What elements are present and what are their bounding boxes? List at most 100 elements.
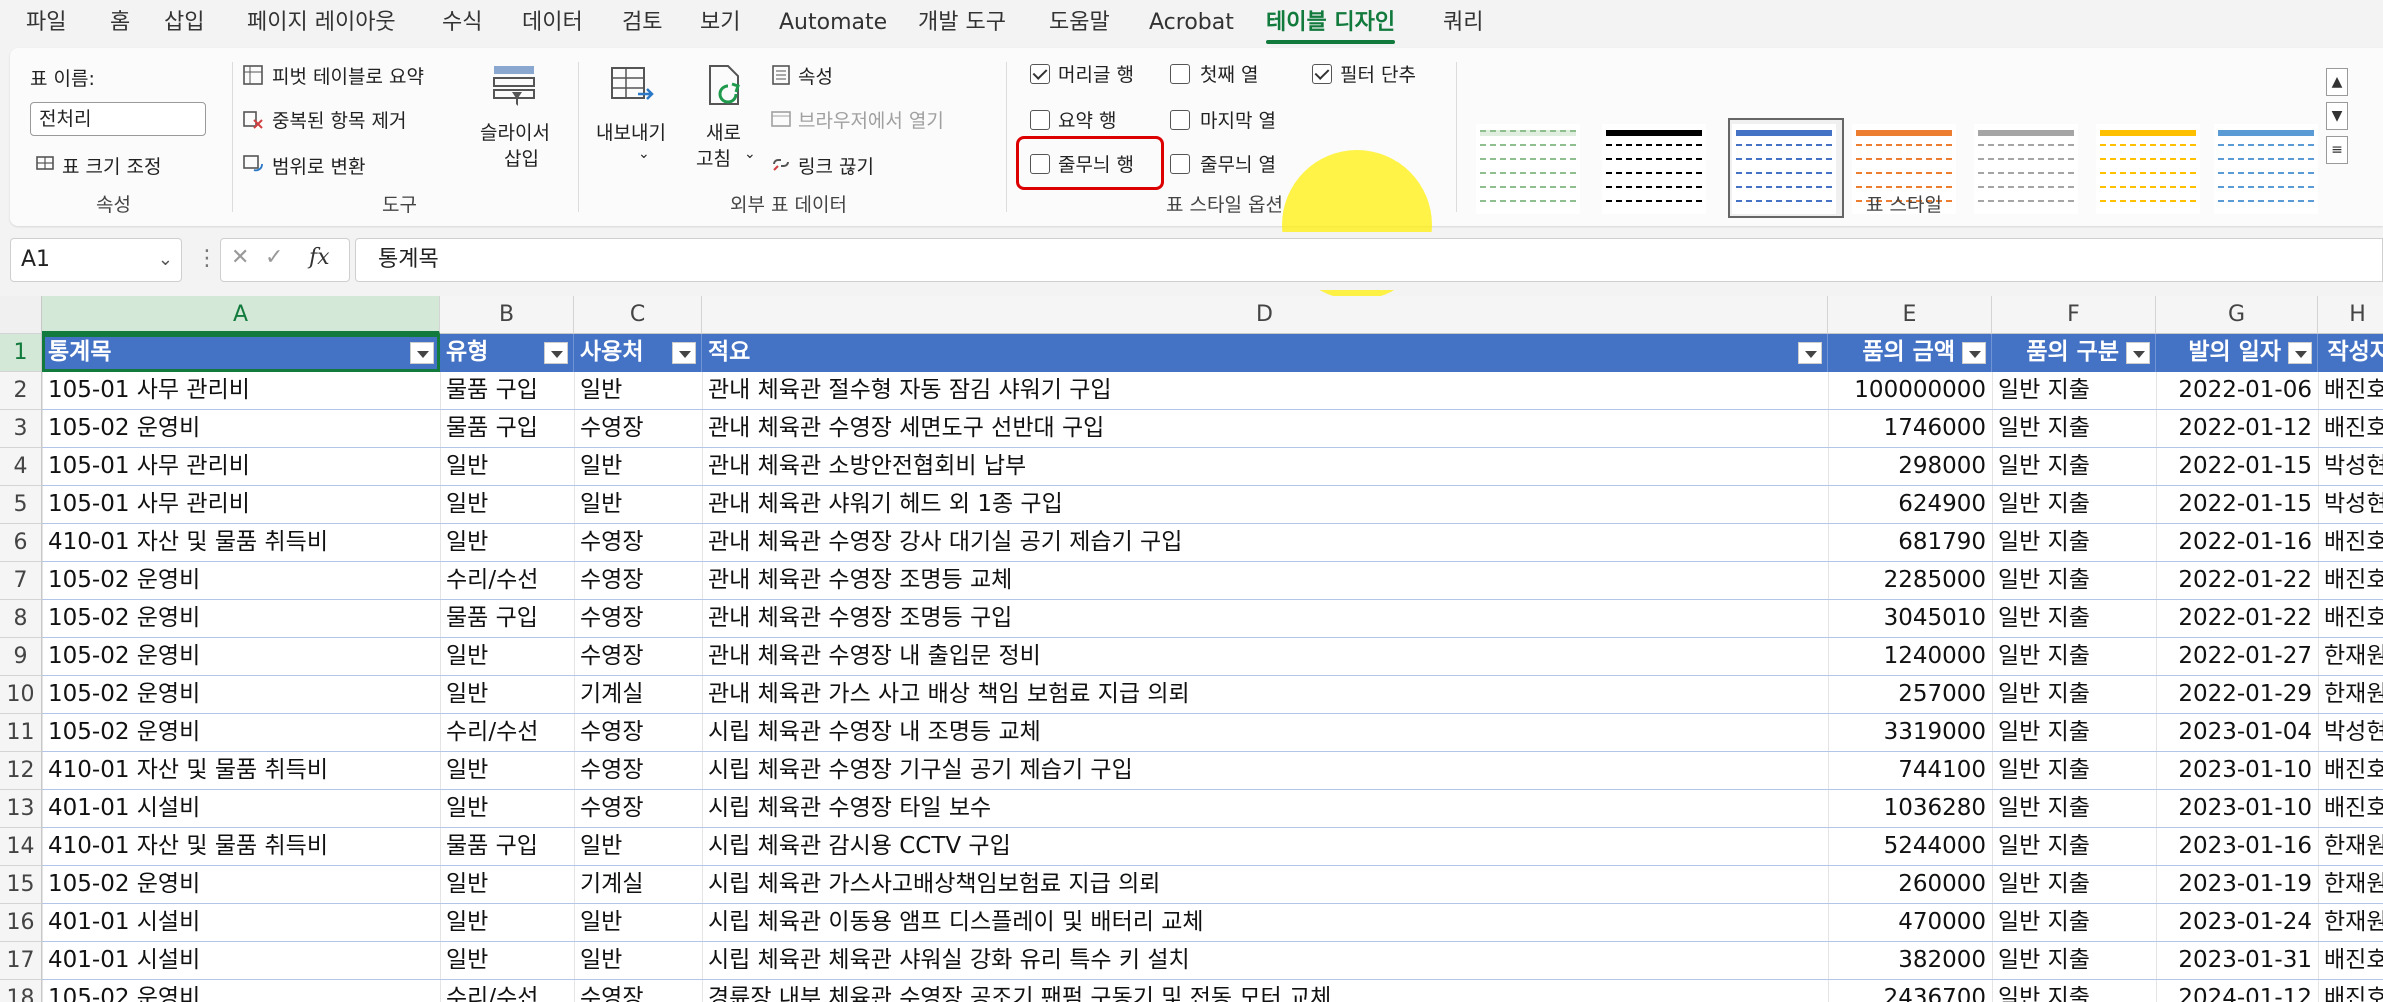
table-cell[interactable]: 수리/수선 [440, 714, 574, 752]
row-header[interactable]: 3 [0, 410, 42, 448]
table-cell[interactable]: 수영장 [574, 980, 702, 1002]
table-cell[interactable]: 배진호 [2318, 600, 2383, 638]
table-cell[interactable]: 2023-01-16 [2156, 828, 2318, 866]
table-cell[interactable]: 일반 [440, 676, 574, 714]
table-cell[interactable]: 105-02 운영비 [42, 410, 440, 448]
table-cell[interactable]: 수영장 [574, 790, 702, 828]
filter-dropdown-button[interactable] [2288, 342, 2312, 364]
gallery-scroll-down[interactable]: ▼ [2326, 102, 2348, 130]
table-cell[interactable]: 5244000 [1828, 828, 1992, 866]
row-header[interactable]: 4 [0, 448, 42, 486]
table-cell[interactable]: 기계실 [574, 676, 702, 714]
table-cell[interactable]: 배진호 [2318, 410, 2383, 448]
table-cell[interactable]: 2436700 [1828, 980, 1992, 1002]
tab-formulas[interactable]: 수식 [442, 8, 482, 38]
table-cell[interactable]: 일반 지출 [1992, 904, 2156, 942]
table-cell[interactable]: 2022-01-15 [2156, 486, 2318, 524]
table-cell[interactable]: 410-01 자산 및 물품 취득비 [42, 752, 440, 790]
table-cell[interactable]: 105-02 운영비 [42, 980, 440, 1002]
table-cell[interactable]: 2022-01-22 [2156, 600, 2318, 638]
column-header[interactable]: F [1992, 296, 2156, 334]
first-column-checkbox[interactable] [1170, 64, 1190, 84]
table-cell[interactable]: 경륜장 내부 체육관 수영장 공조기 팬펌 구동기 및 전동 모터 교체 [702, 980, 1828, 1002]
table-cell[interactable]: 일반 지출 [1992, 752, 2156, 790]
filter-dropdown-button[interactable] [2126, 342, 2150, 364]
table-cell[interactable]: 일반 지출 [1992, 600, 2156, 638]
table-cell[interactable]: 수리/수선 [440, 980, 574, 1002]
column-header[interactable]: A [42, 296, 440, 334]
table-cell[interactable]: 일반 지출 [1992, 866, 2156, 904]
table-cell[interactable]: 시립 체육관 수영장 내 조명등 교체 [702, 714, 1828, 752]
tab-table-design[interactable]: 테이블 디자인 [1266, 8, 1396, 44]
table-cell[interactable]: 배진호 [2318, 790, 2383, 828]
table-cell[interactable]: 일반 [574, 942, 702, 980]
table-cell[interactable]: 2022-01-15 [2156, 448, 2318, 486]
tab-view[interactable]: 보기 [700, 8, 740, 38]
table-cell[interactable]: 3319000 [1828, 714, 1992, 752]
row-header[interactable]: 9 [0, 638, 42, 676]
table-cell[interactable]: 일반 지출 [1992, 828, 2156, 866]
table-cell[interactable]: 2022-01-12 [2156, 410, 2318, 448]
table-cell[interactable]: 일반 지출 [1992, 448, 2156, 486]
table-cell[interactable]: 2023-01-19 [2156, 866, 2318, 904]
table-cell[interactable]: 105-01 사무 관리비 [42, 486, 440, 524]
formula-input[interactable]: 통계목 [355, 238, 2383, 282]
row-header[interactable]: 2 [0, 372, 42, 410]
table-cell[interactable]: 470000 [1828, 904, 1992, 942]
column-header[interactable]: B [440, 296, 574, 334]
table-header-cell[interactable]: 작성자 [2318, 334, 2383, 372]
table-cell[interactable]: 관내 체육관 샤워기 헤드 외 1종 구입 [702, 486, 1828, 524]
table-cell[interactable]: 일반 [440, 790, 574, 828]
export-button[interactable]: 내보내기 [596, 118, 666, 145]
row-header[interactable]: 18 [0, 980, 42, 1002]
row-header[interactable]: 1 [0, 334, 42, 372]
table-cell[interactable]: 105-02 운영비 [42, 676, 440, 714]
table-cell[interactable]: 일반 [574, 448, 702, 486]
tab-review[interactable]: 검토 [622, 8, 662, 38]
table-cell[interactable]: 2023-01-10 [2156, 752, 2318, 790]
tab-page-layout[interactable]: 페이지 레이아웃 [247, 8, 396, 38]
tab-acrobat[interactable]: Acrobat [1149, 8, 1234, 38]
table-cell[interactable]: 배진호 [2318, 752, 2383, 790]
tab-automate[interactable]: Automate [779, 8, 887, 38]
row-header[interactable]: 13 [0, 790, 42, 828]
table-cell[interactable]: 일반 지출 [1992, 486, 2156, 524]
row-header[interactable]: 14 [0, 828, 42, 866]
table-cell[interactable]: 382000 [1828, 942, 1992, 980]
table-cell[interactable]: 105-01 사무 관리비 [42, 372, 440, 410]
column-header[interactable]: E [1828, 296, 1992, 334]
table-cell[interactable]: 시립 체육관 이동용 앰프 디스플레이 및 배터리 교체 [702, 904, 1828, 942]
table-cell[interactable]: 일반 지출 [1992, 410, 2156, 448]
table-cell[interactable]: 일반 지출 [1992, 980, 2156, 1002]
table-cell[interactable]: 일반 지출 [1992, 714, 2156, 752]
table-cell[interactable]: 105-02 운영비 [42, 562, 440, 600]
filter-dropdown-button[interactable] [1798, 342, 1822, 364]
table-cell[interactable]: 3045010 [1828, 600, 1992, 638]
table-cell[interactable]: 배진호 [2318, 980, 2383, 1002]
table-cell[interactable]: 수영장 [574, 524, 702, 562]
row-header[interactable]: 12 [0, 752, 42, 790]
column-header[interactable]: D [702, 296, 1828, 334]
cancel-icon[interactable]: ✕ [231, 245, 249, 270]
tab-developer[interactable]: 개발 도구 [918, 8, 1006, 38]
table-cell[interactable]: 일반 [440, 866, 574, 904]
table-cell[interactable]: 수영장 [574, 600, 702, 638]
table-cell[interactable]: 시립 체육관 가스사고배상책임보험료 지급 의뢰 [702, 866, 1828, 904]
table-cell[interactable]: 일반 [440, 942, 574, 980]
more-options-icon[interactable]: ⋮ [196, 246, 218, 271]
table-cell[interactable]: 624900 [1828, 486, 1992, 524]
table-cell[interactable]: 배진호 [2318, 562, 2383, 600]
table-cell[interactable]: 한재원 [2318, 904, 2383, 942]
name-box[interactable]: A1 ⌄ [10, 238, 182, 282]
table-cell[interactable]: 물품 구입 [440, 410, 574, 448]
table-cell[interactable]: 401-01 시설비 [42, 942, 440, 980]
table-cell[interactable]: 105-01 사무 관리비 [42, 448, 440, 486]
table-cell[interactable]: 401-01 시설비 [42, 904, 440, 942]
table-cell[interactable]: 관내 체육관 소방안전협회비 납부 [702, 448, 1828, 486]
table-cell[interactable]: 수영장 [574, 752, 702, 790]
total-row-checkbox[interactable] [1030, 110, 1050, 130]
table-cell[interactable]: 관내 체육관 수영장 조명등 구입 [702, 600, 1828, 638]
table-cell[interactable]: 관내 체육관 절수형 자동 잠김 샤워기 구입 [702, 372, 1828, 410]
row-header[interactable]: 7 [0, 562, 42, 600]
table-cell[interactable]: 일반 [440, 638, 574, 676]
